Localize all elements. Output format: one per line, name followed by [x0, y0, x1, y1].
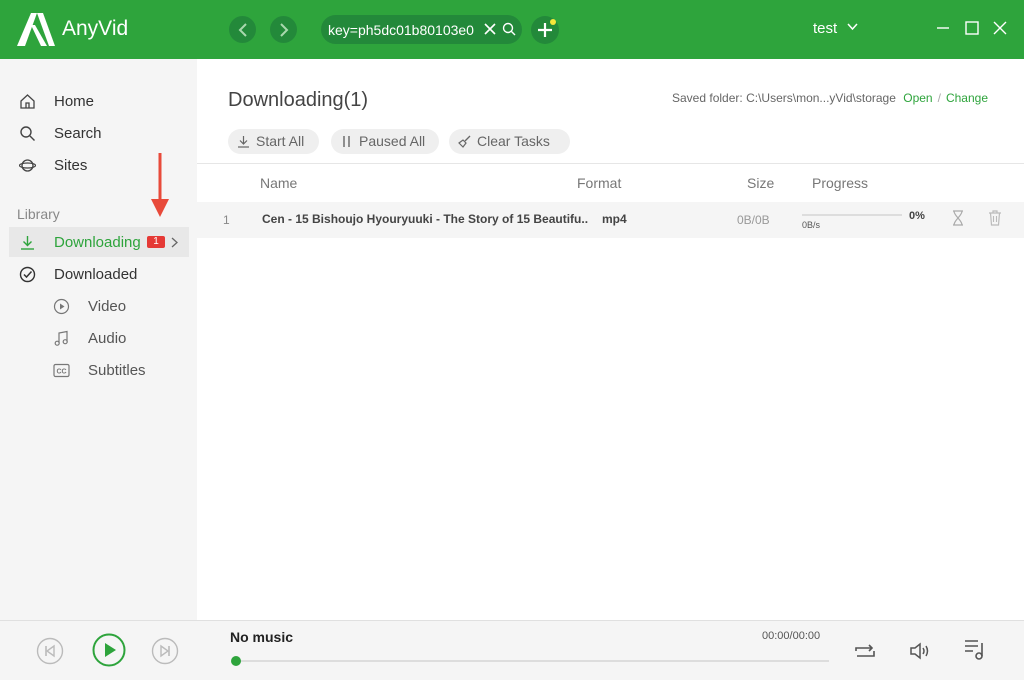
url-search-box[interactable]: key=ph5dc01b80103e0 [321, 15, 522, 44]
seek-handle[interactable] [231, 656, 241, 666]
main-panel: Downloading(1) Saved folder: C:\Users\mo… [197, 59, 1024, 620]
row-speed: 0B/s [802, 220, 821, 230]
notification-dot [550, 19, 556, 25]
play-icon[interactable] [92, 633, 126, 667]
saved-folder-label: Saved folder: [672, 91, 743, 105]
sidebar-item-downloaded[interactable]: Downloaded [9, 259, 189, 289]
anyvid-logo [17, 13, 55, 46]
progress-bar [802, 214, 902, 216]
music-player: No music 00:00/00:00 [0, 620, 1024, 680]
playlist-icon[interactable] [963, 637, 987, 661]
count-badge: 1 [147, 236, 165, 248]
clear-tasks-button[interactable]: Clear Tasks [449, 129, 570, 154]
check-circle-icon [19, 266, 36, 283]
row-size: 0B/0B [737, 213, 770, 227]
sidebar-item-search[interactable]: Search [9, 118, 189, 148]
row-percent: 0% [909, 210, 925, 222]
cc-icon: CC [53, 363, 70, 378]
table-row[interactable]: 1 Cen - 15 Bishoujo Hyouryuuki - The Sto… [197, 202, 1024, 238]
minimize-icon[interactable] [935, 20, 951, 36]
title-bar: AnyVid key=ph5dc01b80103e0 test [0, 0, 1024, 59]
header-divider [197, 163, 1024, 164]
previous-icon[interactable] [36, 637, 64, 665]
home-icon [20, 94, 35, 109]
sidebar-item-label: Home [54, 93, 95, 110]
sidebar-item-label: Video [88, 298, 127, 315]
close-icon[interactable] [992, 20, 1008, 36]
open-folder-link[interactable]: Open [903, 91, 932, 105]
sidebar: Home Search Sites Library Downloading 1 … [0, 59, 197, 620]
music-note-icon [54, 330, 68, 346]
column-header-progress[interactable]: Progress [812, 175, 868, 191]
seek-bar[interactable] [236, 660, 829, 662]
back-button[interactable] [229, 16, 256, 43]
download-icon [21, 236, 34, 250]
search-icon[interactable] [502, 22, 516, 36]
broom-icon [458, 135, 471, 148]
next-icon[interactable] [151, 637, 179, 665]
planet-icon [19, 159, 36, 172]
sidebar-item-downloading[interactable]: Downloading 1 [9, 227, 189, 257]
start-all-button[interactable]: Start All [228, 129, 319, 154]
annotation-arrow-icon [151, 153, 169, 217]
sidebar-item-label: Audio [88, 330, 127, 347]
pause-icon [343, 136, 350, 147]
playback-time: 00:00/00:00 [762, 630, 821, 642]
sidebar-item-label: Downloading [54, 234, 141, 251]
forward-icon [279, 22, 288, 37]
sidebar-item-label: Search [54, 125, 102, 142]
now-playing-title: No music [230, 629, 294, 645]
sidebar-item-label: Sites [54, 157, 88, 174]
download-icon [238, 136, 249, 148]
sidebar-item-home[interactable]: Home [9, 86, 189, 116]
sidebar-item-audio[interactable]: Audio [9, 323, 189, 353]
paused-all-button[interactable]: Paused All [331, 129, 439, 154]
row-number: 1 [223, 213, 230, 227]
saved-folder-info: Saved folder: C:\Users\mon...yVid\storag… [672, 91, 988, 105]
back-icon [238, 22, 247, 37]
sidebar-item-video[interactable]: Video [9, 291, 189, 321]
sidebar-item-label: Subtitles [88, 362, 146, 379]
play-circle-icon [53, 298, 70, 315]
start-all-label: Start All [256, 133, 305, 149]
column-header-size[interactable]: Size [747, 175, 774, 191]
clear-tasks-label: Clear Tasks [477, 133, 550, 149]
sidebar-item-subtitles[interactable]: CC Subtitles [9, 355, 189, 385]
clear-icon[interactable] [483, 22, 497, 36]
app-name: AnyVid [62, 17, 129, 40]
forward-button[interactable] [270, 16, 297, 43]
chevron-down-icon[interactable] [847, 23, 858, 31]
url-input[interactable]: key=ph5dc01b80103e0 [328, 22, 474, 38]
sidebar-item-label: Downloaded [54, 266, 138, 283]
change-folder-link[interactable]: Change [946, 91, 988, 105]
link-separator: / [937, 91, 941, 105]
row-format: mp4 [602, 212, 627, 226]
search-icon [20, 126, 35, 141]
repeat-icon[interactable] [853, 639, 877, 663]
add-button[interactable] [531, 16, 559, 44]
column-header-format[interactable]: Format [577, 175, 621, 191]
page-title: Downloading(1) [228, 89, 369, 111]
row-name: Cen - 15 Bishoujo Hyouryuuki - The Story… [262, 212, 589, 226]
user-menu[interactable]: test [813, 20, 837, 38]
library-heading: Library [17, 206, 60, 222]
saved-folder-path: C:\Users\mon...yVid\storage [746, 91, 896, 105]
maximize-icon[interactable] [964, 20, 980, 36]
paused-all-label: Paused All [359, 133, 426, 149]
trash-icon[interactable] [988, 210, 1002, 226]
column-header-name[interactable]: Name [260, 175, 297, 191]
hourglass-icon[interactable] [951, 210, 965, 226]
svg-text:CC: CC [56, 369, 66, 376]
volume-icon[interactable] [908, 639, 932, 663]
chevron-right-icon [171, 237, 178, 248]
